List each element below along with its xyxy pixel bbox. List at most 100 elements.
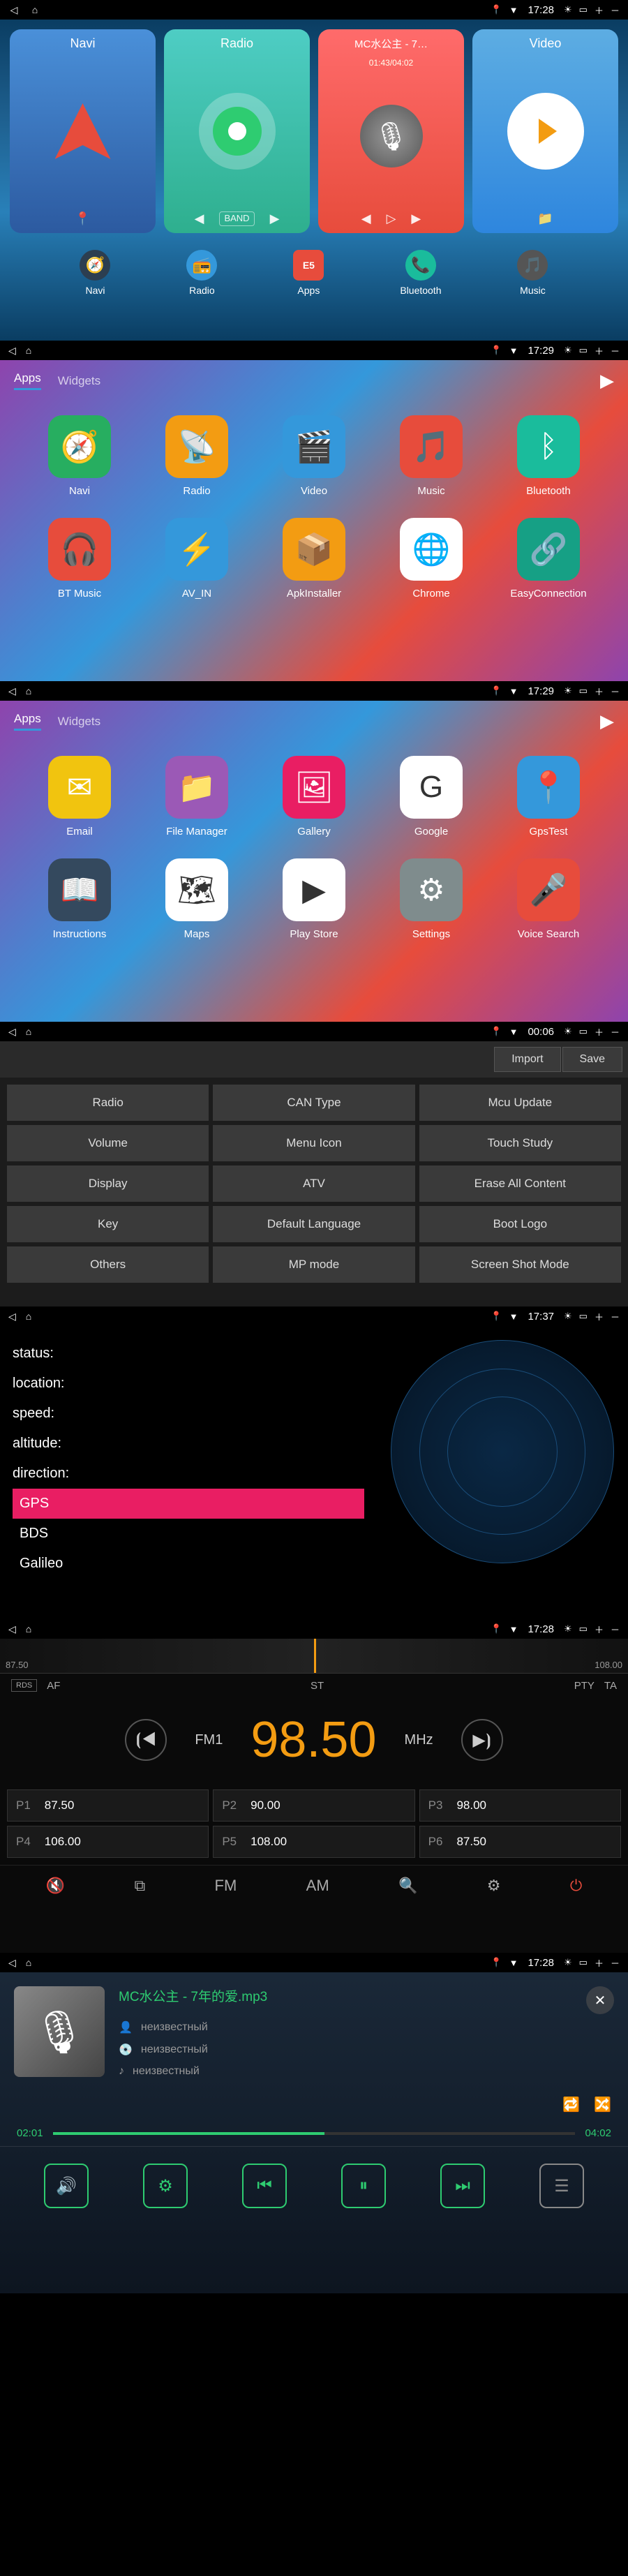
seek-prev-button[interactable]: ⦗◀ [125, 1719, 167, 1761]
eq-icon[interactable]: ⚙ [487, 1877, 501, 1895]
next-icon[interactable]: ▶ [270, 211, 280, 226]
recent-icon[interactable]: ▭ [579, 4, 588, 15]
preset-p1[interactable]: P187.50 [7, 1789, 209, 1822]
app-settings[interactable]: ⚙Settings [380, 858, 483, 940]
prev-button[interactable]: ⏮ [242, 2164, 287, 2208]
back-icon[interactable]: ◁ [8, 345, 16, 357]
import-button[interactable]: Import [494, 1047, 560, 1072]
brightness-icon[interactable]: ☀ [564, 345, 572, 356]
shuffle-icon[interactable]: 🔀 [594, 2096, 611, 2113]
app-playstore[interactable]: ▶Play Store [262, 858, 366, 940]
app-apkinstaller[interactable]: 📦ApkInstaller [262, 518, 366, 600]
home-icon[interactable]: ⌂ [26, 345, 31, 356]
app-easyconnection[interactable]: 🔗EasyConnection [497, 518, 600, 600]
setting-key[interactable]: Key [7, 1206, 209, 1242]
dock-bluetooth[interactable]: 📞Bluetooth [400, 250, 441, 296]
tab-widgets[interactable]: Widgets [58, 374, 100, 388]
setting-defaultlanguage[interactable]: Default Language [213, 1206, 414, 1242]
back-icon[interactable]: ◁ [8, 1957, 16, 1969]
gps-system-bds[interactable]: BDS [13, 1519, 364, 1549]
back-icon[interactable]: ◁ [8, 1026, 16, 1038]
repeat-icon[interactable]: 🔁 [562, 2096, 580, 2113]
home-icon[interactable]: ⌂ [26, 1026, 31, 1037]
next-icon[interactable]: ▶ [411, 211, 421, 226]
frequency-dial[interactable]: 87.50 108.00 [0, 1639, 628, 1674]
recent-icon[interactable]: ▭ [579, 345, 588, 356]
home-icon[interactable]: ⌂ [26, 685, 31, 697]
app-bluetooth[interactable]: ᛒBluetooth [497, 415, 600, 497]
band-label[interactable]: BAND [219, 211, 254, 226]
playlist-button[interactable]: ☰ [539, 2164, 584, 2208]
gps-system-gps[interactable]: GPS [13, 1489, 364, 1519]
next-button[interactable]: ⏭ [440, 2164, 485, 2208]
card-navi[interactable]: Navi 📍 [10, 29, 156, 233]
search-icon[interactable]: 🔍 [398, 1877, 417, 1895]
voldown-icon[interactable]: － [611, 3, 620, 17]
scan-icon[interactable]: ⧉ [134, 1877, 145, 1895]
am-button[interactable]: AM [306, 1877, 329, 1895]
setting-radio[interactable]: Radio [7, 1085, 209, 1121]
app-video[interactable]: 🎬Video [262, 415, 366, 497]
fm-button[interactable]: FM [215, 1877, 237, 1895]
tab-widgets[interactable]: Widgets [58, 715, 100, 729]
app-gpstest[interactable]: 📍GpsTest [497, 756, 600, 837]
home-icon[interactable]: ⌂ [26, 1623, 31, 1635]
seek-next-button[interactable]: ▶⦘ [461, 1719, 503, 1761]
volume-button[interactable]: 🔊 [44, 2164, 89, 2208]
ta-flag[interactable]: TA [604, 1680, 617, 1692]
play-icon[interactable]: ▷ [387, 211, 396, 226]
play-store-icon[interactable]: ▶ [600, 710, 614, 732]
preset-p4[interactable]: P4106.00 [7, 1826, 209, 1858]
prev-icon[interactable]: ◀ [195, 211, 204, 226]
gps-system-galileo[interactable]: Galileo [13, 1549, 364, 1579]
app-gallery[interactable]: 🖼Gallery [262, 756, 366, 837]
setting-bootlogo[interactable]: Boot Logo [419, 1206, 621, 1242]
dock-music[interactable]: 🎵Music [517, 250, 548, 296]
app-btmusic[interactable]: 🎧BT Music [28, 518, 131, 600]
tab-apps[interactable]: Apps [14, 371, 41, 390]
setting-display[interactable]: Display [7, 1166, 209, 1202]
card-music[interactable]: MC水公主 - 7… 01:43/04:02 🎙 ◀ ▷ ▶ [318, 29, 464, 233]
eq-button[interactable]: ⚙ [143, 2164, 188, 2208]
app-music[interactable]: 🎵Music [380, 415, 483, 497]
back-icon[interactable]: ◁ [8, 1311, 16, 1323]
preset-p3[interactable]: P398.00 [419, 1789, 621, 1822]
brightness-icon[interactable]: ☀ [564, 4, 572, 15]
setting-cantype[interactable]: CAN Type [213, 1085, 414, 1121]
app-chrome[interactable]: 🌐Chrome [380, 518, 483, 600]
home-icon[interactable]: ⌂ [29, 4, 40, 15]
setting-atv[interactable]: ATV [213, 1166, 414, 1202]
prev-icon[interactable]: ◀ [361, 211, 371, 226]
setting-touchstudy[interactable]: Touch Study [419, 1125, 621, 1161]
app-avin[interactable]: ⚡AV_IN [145, 518, 248, 600]
folder-icon[interactable]: 📁 [537, 211, 553, 226]
pin-icon[interactable]: 📍 [75, 211, 90, 226]
back-icon[interactable]: ◁ [8, 4, 20, 15]
pty-flag[interactable]: PTY [574, 1680, 595, 1692]
play-store-icon[interactable]: ▶ [600, 370, 614, 392]
back-icon[interactable]: ◁ [8, 1623, 16, 1635]
preset-p2[interactable]: P290.00 [213, 1789, 414, 1822]
app-filemanager[interactable]: 📁File Manager [145, 756, 248, 837]
dock-radio[interactable]: 📻Radio [186, 250, 217, 296]
preset-p5[interactable]: P5108.00 [213, 1826, 414, 1858]
close-button[interactable]: ✕ [586, 1986, 614, 2014]
card-video[interactable]: Video 📁 [472, 29, 618, 233]
preset-p6[interactable]: P687.50 [419, 1826, 621, 1858]
app-google[interactable]: GGoogle [380, 756, 483, 837]
setting-eraseallcontent[interactable]: Erase All Content [419, 1166, 621, 1202]
card-radio[interactable]: Radio ◀ BAND ▶ [164, 29, 310, 233]
setting-others[interactable]: Others [7, 1246, 209, 1283]
af-flag[interactable]: AF [47, 1680, 60, 1692]
setting-menuicon[interactable]: Menu Icon [213, 1125, 414, 1161]
setting-volume[interactable]: Volume [7, 1125, 209, 1161]
app-instructions[interactable]: 📖Instructions [28, 858, 131, 940]
volup-icon[interactable]: ＋ [595, 3, 604, 17]
rds-icon[interactable]: RDS [11, 1679, 37, 1692]
home-icon[interactable]: ⌂ [26, 1311, 31, 1322]
dock-apps[interactable]: E5Apps [293, 250, 324, 296]
back-icon[interactable]: ◁ [8, 685, 16, 697]
home-icon[interactable]: ⌂ [26, 1957, 31, 1968]
setting-mcuupdate[interactable]: Mcu Update [419, 1085, 621, 1121]
app-maps[interactable]: 🗺Maps [145, 858, 248, 940]
